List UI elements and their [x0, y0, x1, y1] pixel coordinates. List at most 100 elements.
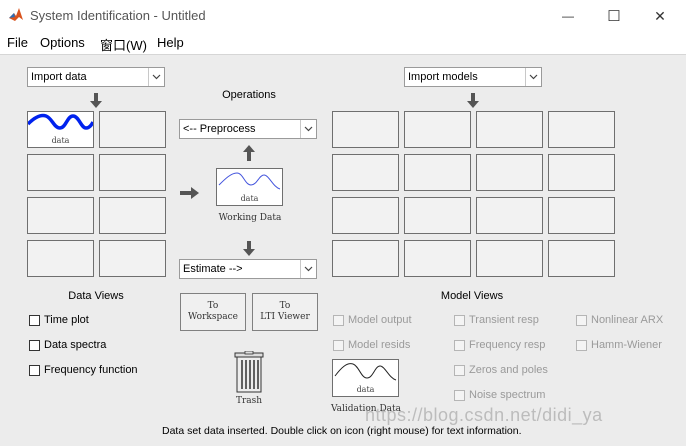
import-models-dropdown[interactable]: Import models: [404, 67, 542, 87]
working-data-plot-thumbnail: [218, 172, 281, 190]
close-button[interactable]: ✕: [637, 0, 683, 32]
hamm-wiener-checkbox[interactable]: Hamm-Wiener: [576, 339, 662, 351]
model-slot-11[interactable]: [476, 197, 543, 234]
trash-label: Trash: [235, 396, 263, 406]
model-slot-9[interactable]: [332, 197, 399, 234]
frequency-function-checkbox[interactable]: Frequency function: [29, 364, 138, 376]
zeros-and-poles-checkbox[interactable]: Zeros and poles: [454, 364, 548, 376]
data-slot-8[interactable]: [99, 240, 166, 277]
zeros-and-poles-label: Zeros and poles: [469, 364, 548, 376]
model-output-checkbox[interactable]: Model output: [333, 314, 412, 326]
chevron-down-icon: [300, 260, 316, 278]
data-slot-5[interactable]: [27, 197, 94, 234]
estimate-dropdown[interactable]: Estimate -->: [179, 259, 317, 279]
model-resids-label: Model resids: [348, 339, 411, 351]
checkbox-box[interactable]: [29, 314, 40, 326]
menu-separator: [0, 54, 686, 55]
transient-resp-label: Transient resp: [469, 314, 539, 326]
data-slot-6[interactable]: [99, 197, 166, 234]
model-slot-4[interactable]: [548, 111, 615, 148]
time-plot-label: Time plot: [44, 314, 89, 326]
checkbox-box[interactable]: [454, 364, 465, 376]
maximize-button[interactable]: ☐: [591, 0, 637, 32]
arrow-down-icon: [90, 93, 102, 108]
model-views-title: Model Views: [440, 290, 504, 302]
model-slot-5[interactable]: [332, 154, 399, 191]
model-output-label: Model output: [348, 314, 412, 326]
window-title: System Identification - Untitled: [30, 8, 206, 23]
checkbox-box[interactable]: [29, 339, 40, 351]
frequency-resp-checkbox[interactable]: Frequency resp: [454, 339, 545, 351]
validation-data-slot-label: data: [356, 385, 375, 394]
to-workspace-line1: To: [207, 301, 219, 311]
minimize-icon: —: [562, 9, 574, 23]
to-workspace-line2: Workspace: [188, 312, 238, 322]
noise-spectrum-label: Noise spectrum: [469, 389, 546, 401]
import-data-dropdown[interactable]: Import data: [27, 67, 165, 87]
menu-help[interactable]: Help: [157, 35, 184, 50]
hamm-wiener-label: Hamm-Wiener: [591, 339, 662, 351]
checkbox-box[interactable]: [333, 339, 344, 351]
time-plot-checkbox[interactable]: Time plot: [29, 314, 89, 326]
menu-file[interactable]: File: [7, 35, 28, 50]
checkbox-box[interactable]: [454, 339, 465, 351]
checkbox-box[interactable]: [454, 314, 465, 326]
data-spectra-checkbox[interactable]: Data spectra: [29, 339, 106, 351]
model-slot-6[interactable]: [404, 154, 471, 191]
matlab-logo-icon: [9, 8, 23, 21]
model-slot-14[interactable]: [404, 240, 471, 277]
chevron-down-icon: [300, 120, 316, 138]
data-slot-2[interactable]: [99, 111, 166, 148]
data-slot-7[interactable]: [27, 240, 94, 277]
validation-data-plot-thumbnail: [334, 363, 397, 381]
checkbox-box[interactable]: [576, 314, 587, 326]
data-slot-label: data: [51, 136, 70, 145]
model-resids-checkbox[interactable]: Model resids: [333, 339, 410, 351]
close-icon: ✕: [654, 7, 666, 24]
frequency-function-label: Frequency function: [44, 364, 138, 376]
data-slot-4[interactable]: [99, 154, 166, 191]
checkbox-box[interactable]: [454, 389, 465, 401]
model-slot-12[interactable]: [548, 197, 615, 234]
checkbox-box[interactable]: [576, 339, 587, 351]
model-slot-16[interactable]: [548, 240, 615, 277]
watermark-text: https://blog.csdn.net/didi_ya: [365, 405, 603, 425]
validation-data-slot[interactable]: data: [332, 359, 399, 397]
data-plot-thumbnail: [28, 113, 93, 130]
to-lti-viewer-line2: LTI Viewer: [260, 312, 310, 322]
frequency-resp-label: Frequency resp: [469, 339, 546, 351]
nonlinear-arx-label: Nonlinear ARX: [591, 314, 664, 326]
working-data-caption: Working Data: [218, 213, 282, 223]
model-slot-3[interactable]: [476, 111, 543, 148]
to-lti-viewer-button[interactable]: To LTI Viewer: [252, 293, 318, 331]
estimate-label: Estimate -->: [183, 263, 243, 275]
working-data-slot[interactable]: data: [216, 168, 283, 206]
model-slot-7[interactable]: [476, 154, 543, 191]
noise-spectrum-checkbox[interactable]: Noise spectrum: [454, 389, 545, 401]
to-workspace-button[interactable]: To Workspace: [180, 293, 246, 331]
data-slot-3[interactable]: [27, 154, 94, 191]
data-slot-1[interactable]: data: [27, 111, 94, 148]
arrow-right-icon: [180, 187, 199, 199]
model-slot-10[interactable]: [404, 197, 471, 234]
operations-title: Operations: [222, 89, 276, 101]
model-slot-13[interactable]: [332, 240, 399, 277]
chevron-down-icon: [148, 68, 164, 86]
arrow-down-icon: [467, 93, 479, 108]
import-models-label: Import models: [408, 71, 478, 83]
checkbox-box[interactable]: [29, 364, 40, 376]
model-slot-8[interactable]: [548, 154, 615, 191]
nonlinear-arx-checkbox[interactable]: Nonlinear ARX: [576, 314, 663, 326]
model-slot-2[interactable]: [404, 111, 471, 148]
import-data-label: Import data: [31, 71, 87, 83]
model-slot-15[interactable]: [476, 240, 543, 277]
preprocess-dropdown[interactable]: <-- Preprocess: [179, 119, 317, 139]
minimize-button[interactable]: —: [545, 0, 591, 32]
checkbox-box[interactable]: [333, 314, 344, 326]
trash-icon[interactable]: [234, 351, 264, 393]
model-slot-1[interactable]: [332, 111, 399, 148]
menu-options[interactable]: Options: [40, 35, 85, 50]
to-lti-viewer-line1: To: [279, 301, 291, 311]
transient-resp-checkbox[interactable]: Transient resp: [454, 314, 539, 326]
menu-window[interactable]: 窗口(W): [100, 35, 147, 54]
